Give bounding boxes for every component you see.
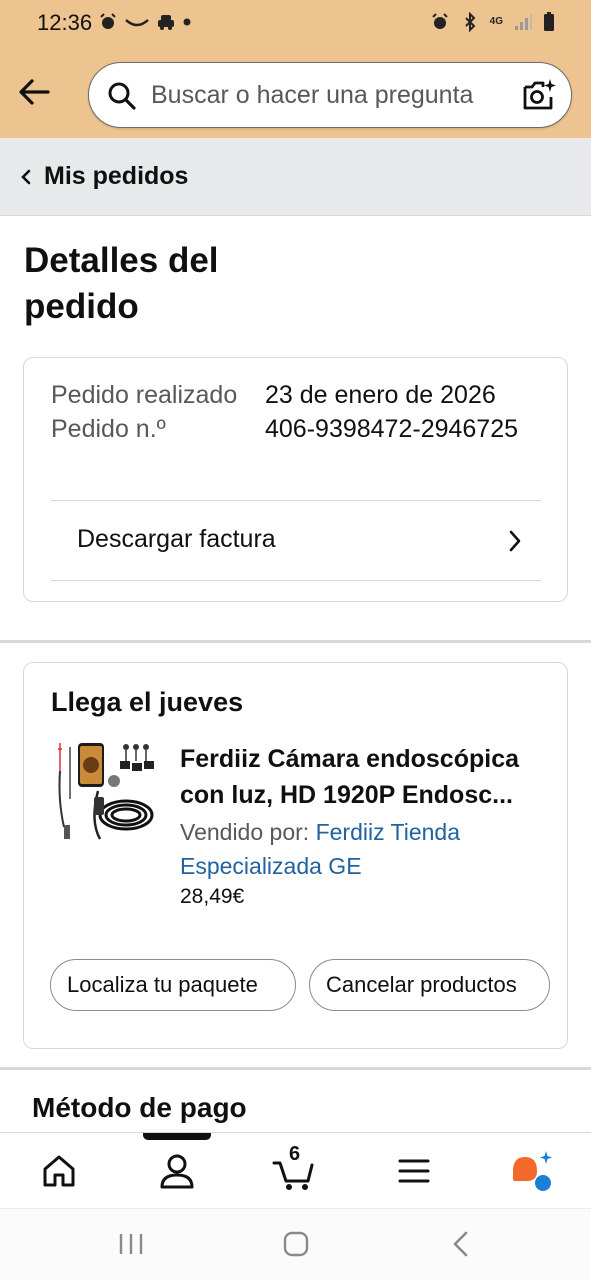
network-type: 4G [489, 16, 503, 27]
page-title: Detalles del pedido [24, 241, 219, 326]
order-info-card: Pedido realizado Pedido n.º 23 de enero … [23, 357, 568, 602]
back-arrow-icon[interactable] [14, 74, 54, 110]
seller-prefix: Vendido por: [180, 819, 316, 845]
cart-button[interactable]: 6 [272, 1143, 316, 1193]
search-bar[interactable] [88, 62, 572, 128]
payment-method-heading: Método de pago [32, 1092, 247, 1123]
car-icon [158, 15, 174, 30]
order-info-labels: Pedido realizado Pedido n.º [51, 378, 241, 446]
dot-icon [183, 18, 191, 26]
signal-icon [515, 14, 532, 30]
order-date-label: Pedido realizado [51, 381, 238, 409]
chevron-right-icon [509, 530, 521, 552]
product-image[interactable] [50, 741, 158, 845]
section-separator [0, 640, 591, 643]
chevron-left-icon [21, 169, 31, 185]
order-info-values: 23 de enero de 2026 406-9398472-2946725 [265, 378, 555, 446]
bottom-nav: 6 [0, 1132, 591, 1208]
bluetooth-icon [464, 12, 476, 32]
product-title[interactable]: Ferdiiz Cámara endoscópica con luz, HD 1… [180, 741, 550, 813]
track-package-button[interactable]: Localiza tu paquete [50, 959, 296, 1011]
search-input[interactable] [151, 73, 511, 117]
download-invoice-label: Descargar factura [77, 525, 276, 553]
alarm-icon [431, 13, 448, 29]
home-icon[interactable] [37, 1149, 81, 1193]
cart-count-badge: 6 [289, 1143, 301, 1165]
section-separator [0, 1067, 591, 1070]
battery-icon [544, 12, 554, 31]
cancel-items-button[interactable]: Cancelar productos [309, 959, 550, 1011]
product-price: 28,49€ [180, 885, 245, 908]
status-right-icons: 4G [430, 12, 555, 32]
download-invoice-row[interactable]: Descargar factura [51, 501, 541, 581]
search-header [0, 44, 591, 138]
delivery-heading: Llega el jueves [51, 687, 244, 717]
order-number-label: Pedido n.º [51, 415, 166, 443]
status-left-icons [98, 12, 192, 32]
rufus-assistant-icon[interactable] [509, 1149, 553, 1193]
search-icon [108, 82, 136, 110]
system-nav-bar [0, 1208, 591, 1280]
breadcrumb[interactable]: Mis pedidos [0, 138, 591, 216]
home-system-icon[interactable] [281, 1229, 311, 1259]
smile-icon [125, 19, 149, 27]
seller-info: Vendido por: Ferdiiz Tienda Especializad… [180, 815, 550, 883]
account-icon[interactable] [155, 1149, 199, 1193]
alarm-icon [100, 13, 116, 29]
shipment-card: Llega el jueves Ferdiiz Cámara endoscópi… [23, 662, 568, 1049]
breadcrumb-my-orders[interactable]: Mis pedidos [44, 162, 188, 191]
status-bar: 12:36 4G [0, 0, 591, 44]
order-date-value: 23 de enero de 2026 [265, 381, 496, 409]
back-system-icon[interactable] [446, 1229, 476, 1259]
active-tab-indicator [143, 1133, 211, 1140]
status-time: 12:36 [37, 10, 93, 35]
menu-icon[interactable] [392, 1149, 436, 1193]
order-number-value: 406-9398472-2946725 [265, 415, 519, 443]
camera-search-icon[interactable] [521, 77, 557, 113]
recent-apps-icon[interactable] [116, 1229, 146, 1259]
divider [51, 580, 541, 581]
